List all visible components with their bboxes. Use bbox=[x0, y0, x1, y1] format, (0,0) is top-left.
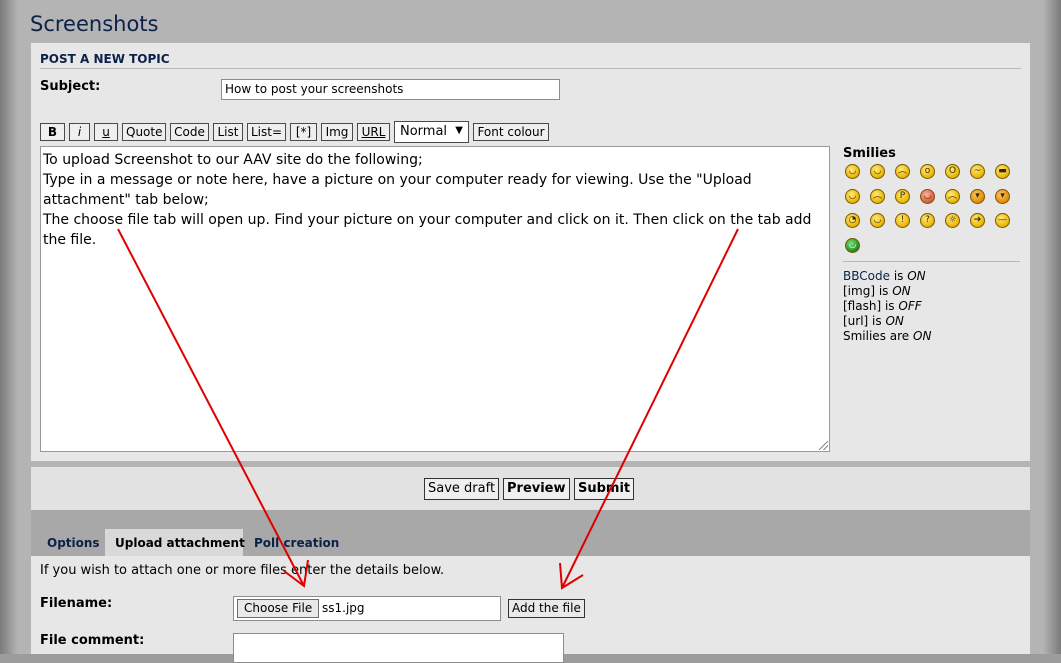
red-arrow-icon bbox=[117, 228, 309, 588]
annotation-arrows bbox=[117, 228, 739, 590]
red-arrow-icon bbox=[559, 228, 739, 590]
